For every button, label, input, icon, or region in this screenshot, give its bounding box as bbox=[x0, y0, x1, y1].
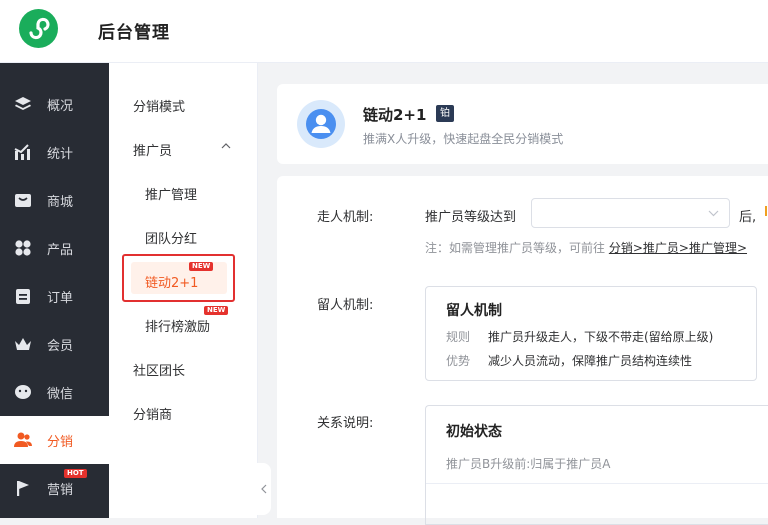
settings-form-card: 走人机制: 推广员等级达到 后, 注：如需管理推广员等级，可前往 分销>推广员>… bbox=[277, 176, 768, 525]
mini-program-logo-icon[interactable] bbox=[19, 9, 58, 48]
retain-mechanism-label: 留人机制: bbox=[317, 298, 374, 313]
subnav-item-distribution-mode[interactable]: 分销模式 bbox=[133, 96, 185, 115]
avatar bbox=[297, 100, 345, 148]
sidebar-item-wechat[interactable]: 微信 bbox=[0, 368, 109, 416]
wechat-icon bbox=[15, 385, 31, 399]
rule-value: 推广员升级走人，下级不带走(留给原上级) bbox=[488, 330, 714, 344]
subnav-item-community-leader[interactable]: 社区团长 bbox=[133, 360, 185, 379]
subnav-item-promotion-manage[interactable]: 推广管理 bbox=[145, 184, 197, 203]
sidebar-item-product[interactable]: 产品 bbox=[0, 224, 109, 272]
level-note: 注：如需管理推广员等级，可前往 分销>推广员>推广管理> bbox=[425, 239, 747, 256]
chevron-down-icon bbox=[708, 210, 719, 217]
note-text: 注：如需管理推广员等级，可前往 bbox=[425, 241, 606, 255]
relation-box: 初始状态 推广员B升级前:归属于推广员A bbox=[425, 405, 768, 525]
promoter-level-select[interactable] bbox=[531, 198, 730, 228]
subnav-item-distributors[interactable]: 分销商 bbox=[133, 404, 172, 423]
required-marker bbox=[765, 206, 767, 216]
sidebar-item-distribution[interactable]: 分销 bbox=[0, 416, 109, 464]
subnav-item-team-bonus[interactable]: 团队分红 bbox=[145, 228, 197, 247]
order-icon bbox=[16, 289, 30, 304]
sidebar-item-label: 营销 bbox=[47, 483, 74, 498]
relation-label: 关系说明: bbox=[317, 416, 374, 431]
chart-icon bbox=[14, 144, 30, 160]
top-bar: 后台管理 bbox=[0, 0, 768, 63]
hot-badge: HOT bbox=[64, 469, 87, 478]
promotion-manage-link[interactable]: 分销>推广员>推广管理> bbox=[609, 241, 747, 255]
layers-icon bbox=[15, 97, 31, 110]
sidebar-item-store[interactable]: 商城 bbox=[0, 176, 109, 224]
advantage-value: 减少人员流动，保障推广员结构连续性 bbox=[488, 354, 693, 368]
sidebar-item-overview[interactable]: 概况 bbox=[0, 80, 109, 128]
retain-title: 留人机制 bbox=[446, 303, 502, 319]
flag-icon bbox=[17, 481, 29, 496]
secondary-nav: 分销模式 推广员 推广管理 团队分红 链动2+1 NEW 排行榜激励 NEW 社… bbox=[109, 63, 258, 518]
sidebar-item-label: 订单 bbox=[47, 291, 74, 306]
sidebar-item-orders[interactable]: 订单 bbox=[0, 272, 109, 320]
app-title: 后台管理 bbox=[98, 23, 170, 43]
tier-badge: 铂 bbox=[436, 105, 454, 122]
sidebar-item-label: 分销 bbox=[47, 435, 74, 450]
main-sidebar: 概况 统计 商城 产品 订单 会员 微信 分销 HOT 营销 bbox=[0, 63, 109, 518]
collapse-sidebar-button[interactable] bbox=[257, 463, 271, 515]
relation-description: 推广员B升级前:归属于推广员A bbox=[446, 457, 611, 471]
annotation-highlight-box bbox=[122, 254, 235, 302]
sidebar-item-label: 微信 bbox=[47, 387, 74, 402]
sidebar-item-label: 商城 bbox=[47, 195, 74, 210]
exit-after-text: 后, bbox=[739, 210, 757, 225]
plan-header-card: 链动2+1 铂 推满X人升级，快速起盘全民分销模式 bbox=[277, 84, 768, 164]
subnav-item-promoters[interactable]: 推广员 bbox=[133, 140, 172, 159]
sidebar-item-label: 产品 bbox=[47, 243, 74, 258]
sidebar-item-members[interactable]: 会员 bbox=[0, 320, 109, 368]
exit-condition-text: 推广员等级达到 bbox=[425, 210, 517, 225]
user-avatar-icon bbox=[306, 109, 336, 139]
store-icon bbox=[15, 194, 31, 207]
subnav-item-ranking-incentive[interactable]: 排行榜激励 bbox=[145, 316, 210, 335]
sidebar-item-label: 会员 bbox=[47, 339, 74, 354]
crown-icon bbox=[15, 338, 31, 350]
chevron-up-icon[interactable] bbox=[221, 143, 231, 149]
new-badge: NEW bbox=[204, 306, 229, 315]
chevron-left-icon bbox=[261, 484, 267, 494]
divider bbox=[426, 483, 768, 484]
users-icon bbox=[14, 432, 32, 447]
sidebar-item-marketing[interactable]: HOT 营销 bbox=[0, 464, 109, 512]
advantage-key: 优势 bbox=[446, 354, 471, 368]
relation-title: 初始状态 bbox=[446, 424, 502, 440]
sidebar-item-label: 统计 bbox=[47, 147, 74, 162]
sidebar-item-label: 概况 bbox=[47, 99, 74, 114]
grid-icon bbox=[15, 240, 31, 256]
sidebar-item-stats[interactable]: 统计 bbox=[0, 128, 109, 176]
exit-mechanism-label: 走人机制: bbox=[317, 210, 374, 225]
plan-title: 链动2+1 bbox=[363, 106, 427, 124]
rule-key: 规则 bbox=[446, 330, 471, 344]
retain-mechanism-box: 留人机制 规则 推广员升级走人，下级不带走(留给原上级) 优势 减少人员流动，保… bbox=[425, 286, 757, 381]
plan-description: 推满X人升级，快速起盘全民分销模式 bbox=[363, 132, 564, 146]
